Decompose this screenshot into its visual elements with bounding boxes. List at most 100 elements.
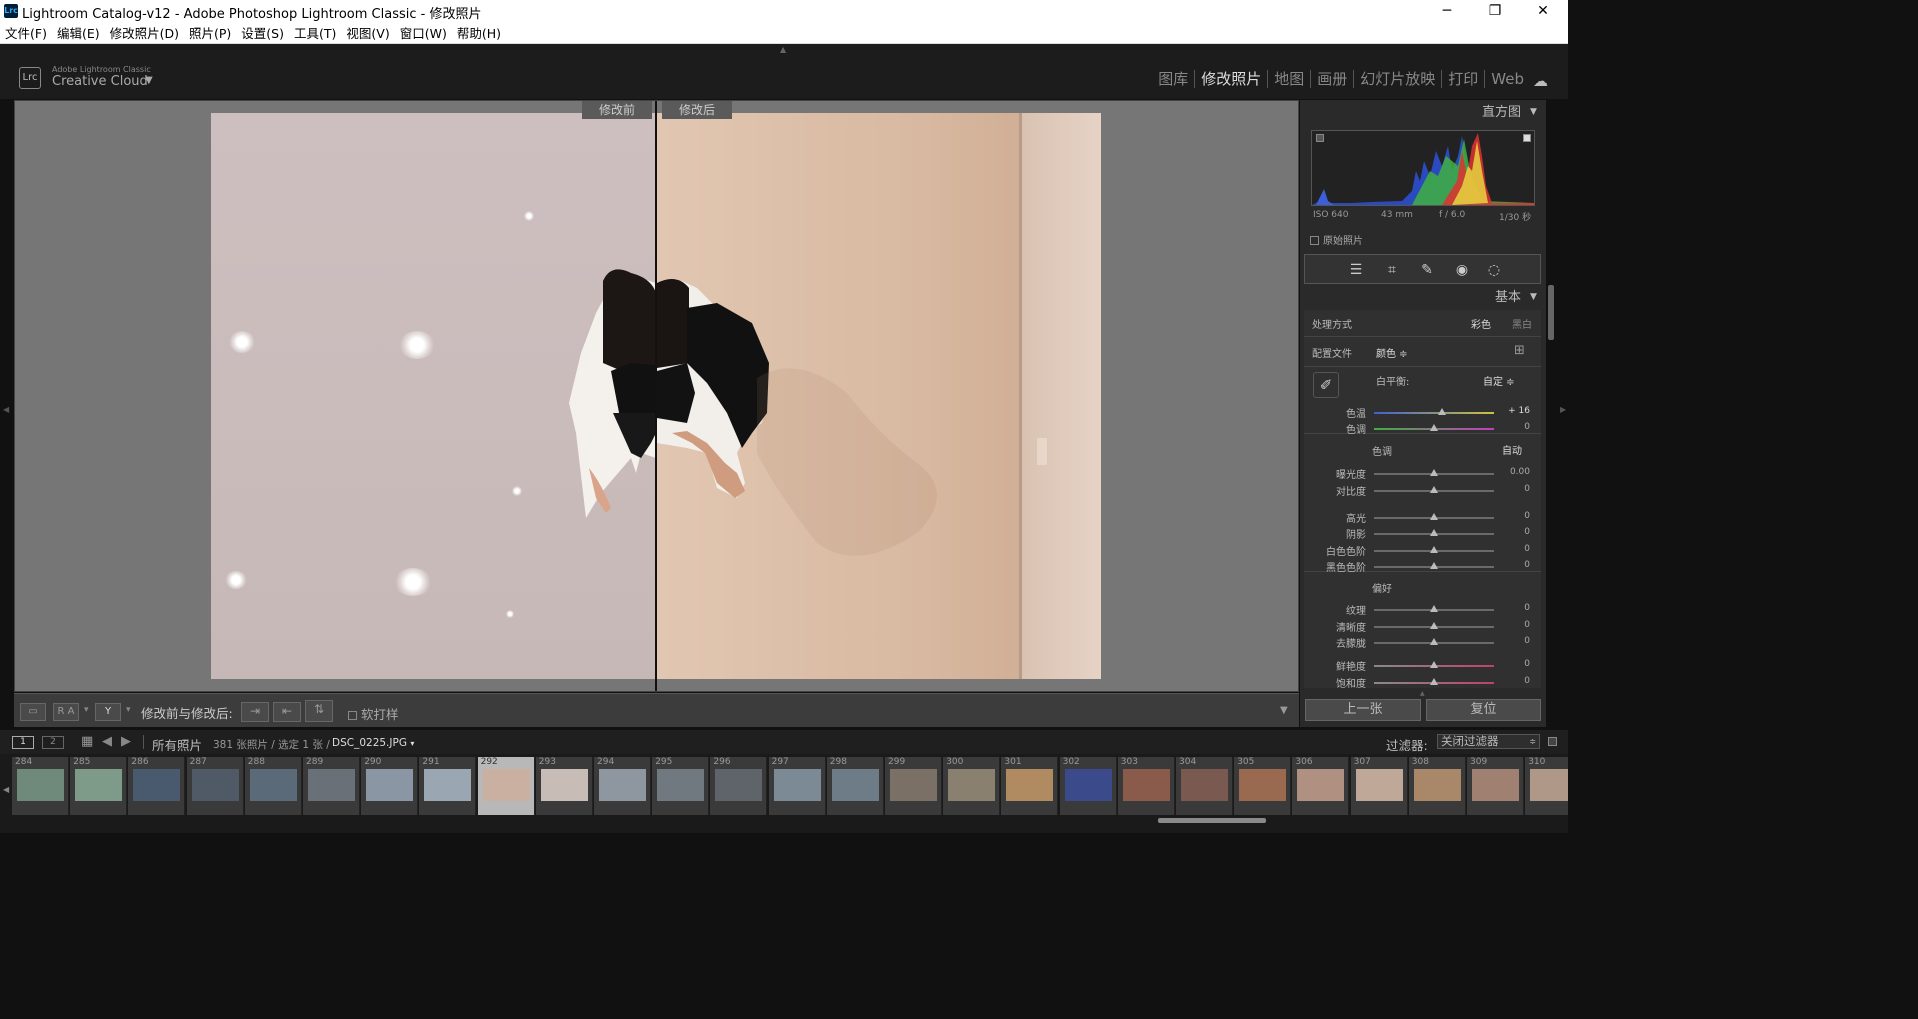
temp-slider[interactable] [1374, 412, 1494, 414]
menu-window[interactable]: 窗口(W) [395, 23, 452, 44]
reset-button[interactable]: 复位 [1426, 699, 1541, 721]
before-after-divider[interactable] [655, 101, 657, 691]
filmstrip-thumbnail[interactable]: 293 [535, 757, 593, 815]
previous-settings-button[interactable]: 上一张 [1305, 699, 1421, 721]
module-print[interactable]: 打印 [1442, 70, 1486, 88]
filmstrip-thumbnail[interactable]: 287 [186, 757, 244, 815]
profile-select[interactable]: 颜色 ≑ [1376, 345, 1408, 360]
split-view-button[interactable]: Y [95, 703, 121, 721]
before-after-view-button[interactable]: R A [53, 703, 79, 721]
saturation-value[interactable]: 0 [1500, 676, 1530, 686]
back-arrow-icon[interactable]: ◀ [102, 734, 112, 749]
filmstrip-thumbnail[interactable]: 305 [1234, 757, 1292, 815]
source-label[interactable]: 所有照片 [152, 735, 202, 754]
filmstrip-thumbnail[interactable]: 291 [419, 757, 477, 815]
filmstrip-thumbnail[interactable]: 306 [1292, 757, 1350, 815]
filmstrip-thumbnail[interactable]: 289 [303, 757, 360, 815]
right-panel-scrollbar[interactable] [1548, 285, 1554, 340]
menu-file[interactable]: 文件(F) [0, 23, 52, 44]
menu-photo[interactable]: 照片(P) [184, 23, 236, 44]
left-panel-toggle-icon[interactable]: ◀ [3, 405, 9, 414]
module-develop[interactable]: 修改照片 [1195, 70, 1269, 88]
filmstrip-thumbnail[interactable]: 308 [1408, 757, 1466, 815]
menu-settings[interactable]: 设置(S) [236, 23, 289, 44]
treatment-bw-option[interactable]: 黑白 [1512, 316, 1532, 331]
histogram-header[interactable]: 直方图 [1304, 102, 1541, 124]
filmstrip-thumbnail[interactable]: 310 [1525, 757, 1568, 815]
filmstrip-thumbnail[interactable]: 304 [1176, 757, 1233, 815]
filmstrip-left-arrow-icon[interactable]: ◀ [3, 785, 9, 794]
white-balance-eyedropper-icon[interactable]: ✐ [1313, 372, 1339, 398]
original-photo-checkbox[interactable]: 原始照片 [1310, 232, 1363, 247]
filter-lock-icon[interactable] [1548, 737, 1557, 746]
texture-slider-thumb[interactable] [1430, 605, 1438, 612]
white-balance-select[interactable]: 自定 ≑ [1483, 373, 1515, 388]
menu-edit[interactable]: 编辑(E) [52, 23, 105, 44]
saturation-slider-thumb[interactable] [1430, 678, 1438, 685]
menu-help[interactable]: 帮助(H) [452, 23, 506, 44]
blacks-value[interactable]: 0 [1500, 560, 1530, 570]
copy-before-to-after-icon[interactable]: ⇥ [241, 702, 269, 722]
filmstrip-thumbnail[interactable]: 284 [12, 757, 69, 815]
basic-collapse-icon[interactable]: ▼ [1530, 292, 1537, 302]
shadows-value[interactable]: 0 [1500, 527, 1530, 537]
toolbar-menu-icon[interactable]: ▼ [1280, 705, 1288, 716]
filmstrip-thumbnail[interactable]: 294 [594, 757, 651, 815]
filmstrip-thumbnail[interactable]: 285 [70, 757, 128, 815]
filmstrip-thumbnail[interactable]: 292 [477, 757, 535, 815]
dehaze-slider-thumb[interactable] [1430, 638, 1438, 645]
vibrance-slider-thumb[interactable] [1430, 661, 1438, 668]
filename-dropdown[interactable]: DSC_0225.JPG ▾ [332, 737, 414, 749]
filmstrip-thumbnail[interactable]: 307 [1350, 757, 1408, 815]
filmstrip-thumbnail[interactable]: 309 [1467, 757, 1524, 815]
blacks-slider-thumb[interactable] [1430, 562, 1438, 569]
filmstrip-thumbnail[interactable]: 295 [652, 757, 710, 815]
filmstrip-thumbnail[interactable]: 297 [768, 757, 826, 815]
filmstrip-thumbnail[interactable]: 299 [885, 757, 942, 815]
module-map[interactable]: 地图 [1268, 70, 1312, 88]
texture-value[interactable]: 0 [1500, 603, 1530, 613]
tint-slider-thumb[interactable] [1430, 424, 1438, 431]
temp-value[interactable]: + 16 [1500, 406, 1530, 416]
highlights-value[interactable]: 0 [1500, 511, 1530, 521]
whites-slider-thumb[interactable] [1430, 546, 1438, 553]
filmstrip-scrollbar[interactable] [1158, 818, 1266, 823]
secondary-window-button[interactable]: 2 [42, 736, 64, 749]
collapse-top-panel-icon[interactable]: ▲ [780, 45, 786, 54]
crop-icon[interactable]: ⌗ [1382, 260, 1402, 280]
filmstrip-thumbnail[interactable]: 286 [128, 757, 186, 815]
clarity-value[interactable]: 0 [1500, 620, 1530, 630]
basic-panel-header[interactable]: 基本 [1304, 287, 1541, 309]
contrast-value[interactable]: 0 [1500, 484, 1530, 494]
profile-browser-grid-icon[interactable]: ⊞ [1514, 343, 1525, 358]
filmstrip-thumbnail[interactable]: 298 [826, 757, 884, 815]
copy-after-to-before-icon[interactable]: ⇤ [273, 702, 301, 722]
view-options-chevron-icon[interactable]: ▾ [84, 705, 89, 715]
masking-icon[interactable]: ◌ [1484, 260, 1504, 280]
healing-brush-icon[interactable]: ✎ [1417, 260, 1437, 280]
contrast-slider-thumb[interactable] [1430, 486, 1438, 493]
auto-tone-button[interactable]: 自动 [1502, 442, 1522, 457]
edit-sliders-icon[interactable]: ☰ [1346, 260, 1366, 280]
cloud-sync-icon[interactable]: ☁ [1533, 72, 1548, 90]
close-button[interactable]: ✕ [1520, 0, 1566, 23]
grid-view-icon[interactable]: ▦ [81, 734, 93, 749]
filmstrip-thumbnail[interactable]: 301 [1001, 757, 1059, 815]
menu-view[interactable]: 视图(V) [341, 23, 394, 44]
tint-value[interactable]: 0 [1500, 422, 1530, 432]
filmstrip-thumbnail[interactable]: 300 [943, 757, 1001, 815]
filmstrip-thumbnail[interactable]: 288 [244, 757, 302, 815]
swap-before-after-icon[interactable]: ⇅ [305, 700, 333, 722]
module-slideshow[interactable]: 幻灯片放映 [1354, 70, 1443, 88]
exposure-slider-thumb[interactable] [1430, 469, 1438, 476]
filmstrip-thumbnail[interactable]: 290 [361, 757, 419, 815]
dehaze-value[interactable]: 0 [1500, 636, 1530, 646]
filmstrip-thumbnail[interactable]: 296 [710, 757, 768, 815]
right-panel-toggle-icon[interactable]: ▶ [1560, 405, 1566, 414]
clarity-slider-thumb[interactable] [1430, 622, 1438, 629]
exposure-value[interactable]: 0.00 [1500, 467, 1530, 477]
soft-proof-checkbox[interactable]: 软打样 [348, 704, 399, 723]
filter-select[interactable]: 关闭过滤器 ≑ [1437, 734, 1540, 749]
treatment-color-option[interactable]: 彩色 [1471, 316, 1491, 331]
main-window-button[interactable]: 1 [12, 736, 34, 749]
